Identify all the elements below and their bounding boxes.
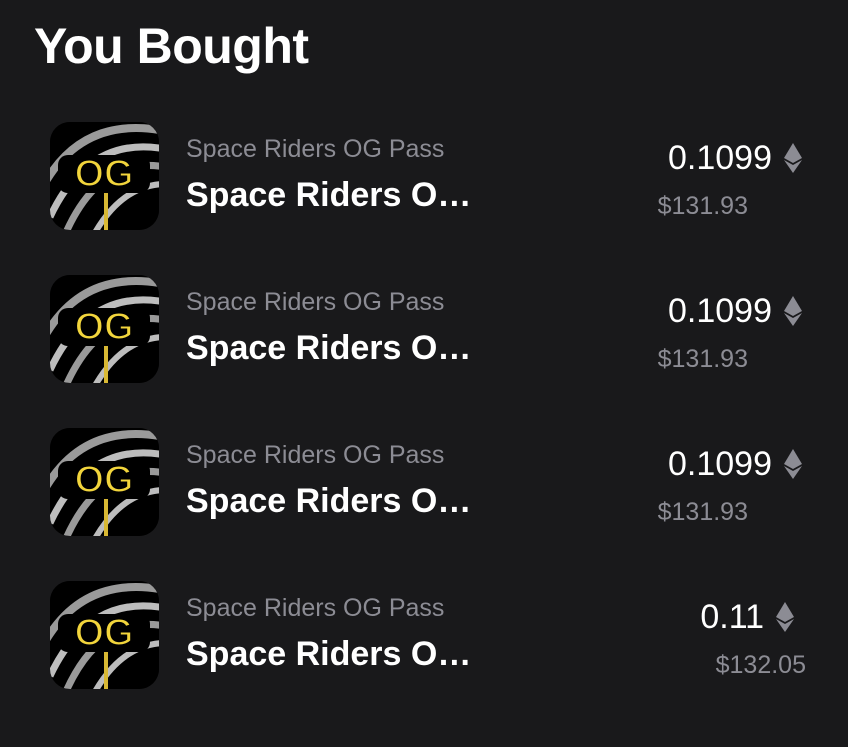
price-usd: $131.93	[657, 345, 748, 373]
nft-thumbnail[interactable]: OG	[50, 428, 159, 536]
og-pass-image: OG	[50, 428, 159, 536]
item-name[interactable]: Space Riders OG Pass	[186, 174, 486, 216]
list-item[interactable]: OG Space Riders OG Pass Space Riders OG …	[50, 275, 810, 383]
price-eth: 0.11	[700, 598, 764, 636]
item-name[interactable]: Space Riders OG Pass	[186, 633, 486, 675]
price-eth: 0.1099	[668, 139, 772, 177]
og-pass-image: OG	[50, 581, 159, 689]
collection-name[interactable]: Space Riders OG Pass	[186, 439, 444, 471]
og-logo-text: OG	[74, 306, 133, 348]
ethereum-icon	[784, 296, 802, 326]
page-title: You Bought	[34, 18, 309, 74]
og-pass-image: OG	[50, 122, 159, 230]
ethereum-icon	[784, 449, 802, 479]
price-usd: $131.93	[657, 498, 748, 526]
og-logo-text: OG	[74, 612, 133, 654]
og-pass-image: OG	[50, 275, 159, 383]
ethereum-icon	[784, 143, 802, 173]
collection-name[interactable]: Space Riders OG Pass	[186, 133, 444, 165]
price-usd: $132.05	[715, 651, 806, 679]
price-eth: 0.1099	[668, 445, 772, 483]
list-item[interactable]: OG Space Riders OG Pass Space Riders OG …	[50, 581, 810, 689]
og-logo-text: OG	[74, 153, 133, 195]
price-eth: 0.1099	[668, 292, 772, 330]
nft-thumbnail[interactable]: OG	[50, 275, 159, 383]
nft-thumbnail[interactable]: OG	[50, 581, 159, 689]
nft-thumbnail[interactable]: OG	[50, 122, 159, 230]
collection-name[interactable]: Space Riders OG Pass	[186, 592, 444, 624]
list-item[interactable]: OG Space Riders OG Pass Space Riders OG …	[50, 122, 810, 230]
list-item[interactable]: OG Space Riders OG Pass Space Riders OG …	[50, 428, 810, 536]
ethereum-icon	[776, 602, 794, 632]
item-name[interactable]: Space Riders OG Pass	[186, 327, 486, 369]
item-name[interactable]: Space Riders OG Pass	[186, 480, 486, 522]
og-logo-text: OG	[74, 459, 133, 501]
price-usd: $131.93	[657, 192, 748, 220]
collection-name[interactable]: Space Riders OG Pass	[186, 286, 444, 318]
